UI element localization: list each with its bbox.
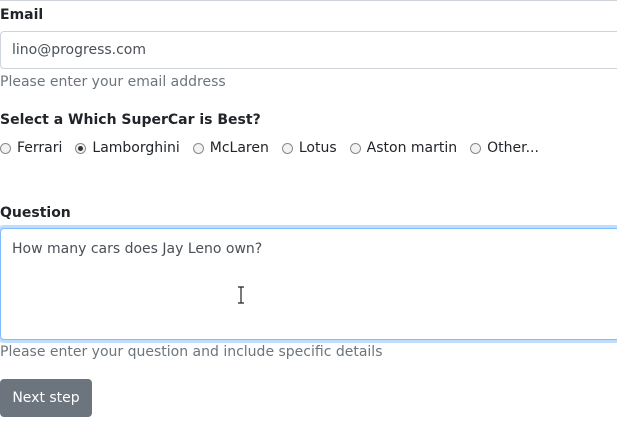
supercar-label: Select a Which SuperCar is Best?	[0, 112, 261, 128]
radio-button[interactable]	[192, 142, 204, 154]
radio-option-other[interactable]: Other...	[470, 139, 539, 157]
form-page: Email lino@progress.com Please enter you…	[0, 0, 617, 434]
radio-button[interactable]	[0, 142, 11, 154]
text-cursor-icon	[238, 286, 244, 304]
question-label: Question	[0, 205, 71, 221]
radio-button[interactable]	[281, 142, 293, 154]
radio-button[interactable]	[470, 142, 482, 154]
radio-button[interactable]	[349, 142, 361, 154]
radio-label: Lamborghini	[92, 140, 180, 156]
top-divider	[0, 0, 617, 1]
email-field[interactable]: lino@progress.com	[0, 31, 617, 69]
radio-label: Other...	[487, 140, 539, 156]
email-label: Email	[0, 7, 44, 23]
radio-button-selected[interactable]	[75, 142, 87, 154]
radio-label: Lotus	[298, 140, 337, 156]
radio-option-lamborghini[interactable]: Lamborghini	[75, 139, 180, 157]
radio-label: Ferrari	[17, 140, 63, 156]
radio-option-mclaren[interactable]: McLaren	[192, 139, 269, 157]
radio-option-ferrari[interactable]: Ferrari	[0, 139, 62, 157]
next-step-button[interactable]: Next step	[0, 379, 92, 417]
supercar-radio-group: Ferrari Lamborghini McLaren Lotus Aston …	[0, 139, 552, 157]
radio-label: McLaren	[209, 140, 269, 156]
email-help-text: Please enter your email address	[0, 74, 226, 90]
radio-option-aston-martin[interactable]: Aston martin	[349, 139, 458, 157]
radio-label: Aston martin	[366, 140, 458, 156]
question-help-text: Please enter your question and include s…	[0, 344, 383, 360]
question-textarea[interactable]: How many cars does Jay Leno own?	[0, 228, 617, 340]
radio-option-lotus[interactable]: Lotus	[281, 139, 337, 157]
